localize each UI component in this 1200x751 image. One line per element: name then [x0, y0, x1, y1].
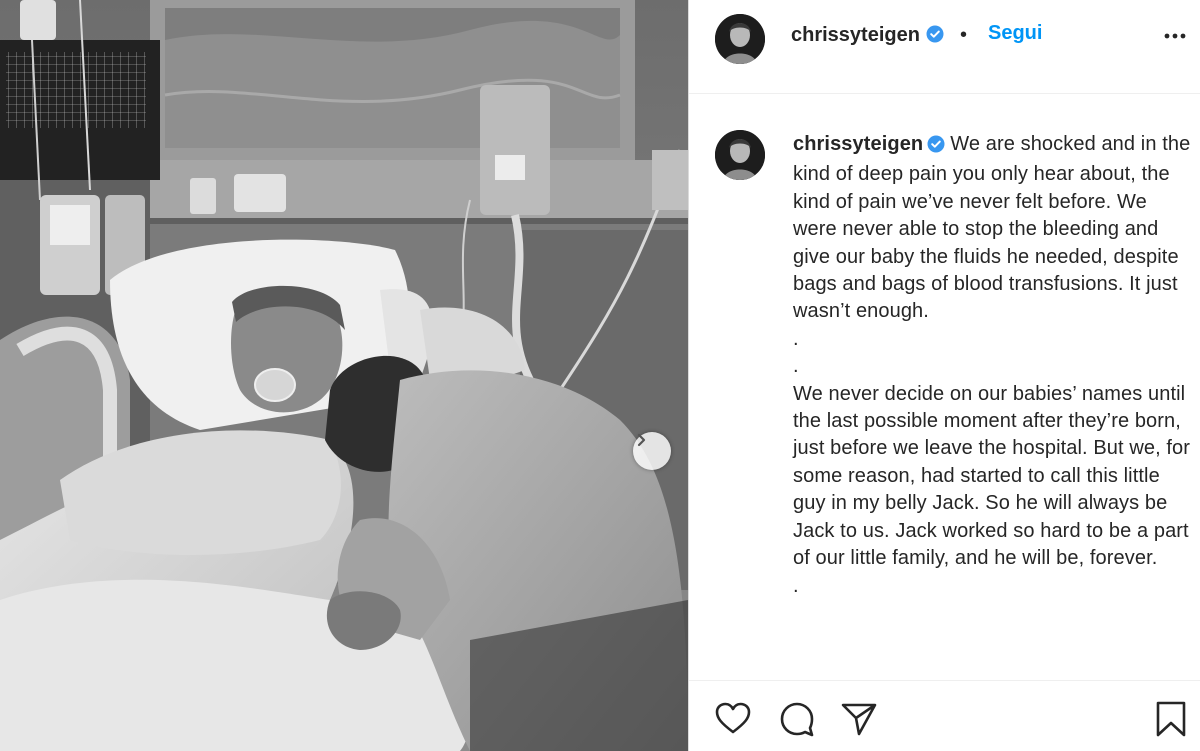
post-caption: chrissyteigen We are shocked and in the k… — [793, 131, 1193, 600]
caption-paragraph-1: We are shocked and in the kind of deep p… — [793, 133, 1191, 323]
comment-button[interactable] — [777, 699, 817, 739]
caption-dot: . — [793, 355, 799, 378]
verified-badge-icon — [926, 25, 944, 48]
like-button[interactable] — [713, 699, 753, 739]
post-header: chrissyteigen • Segui — [689, 0, 1200, 94]
chevron-right-icon — [637, 433, 646, 447]
verified-badge-icon — [927, 134, 945, 161]
avatar-image — [715, 14, 765, 64]
caption-area: chrissyteigen We are shocked and in the k… — [689, 95, 1200, 679]
caption-avatar[interactable] — [715, 130, 765, 180]
caption-dot: . — [793, 574, 799, 597]
caption-first-paragraph: chrissyteigen We are shocked and in the k… — [793, 131, 1193, 326]
caption-dot: . — [793, 327, 799, 350]
more-options-button[interactable] — [1161, 28, 1191, 44]
save-button[interactable] — [1151, 699, 1191, 739]
caption-paragraph-2: We never decide on our babies’ names unt… — [793, 382, 1191, 570]
comment-icon — [780, 702, 814, 737]
post-sidebar: chrissyteigen • Segui chrissyteigen We ar… — [688, 0, 1200, 751]
header-username-row: chrissyteigen — [791, 24, 944, 48]
avatar-image — [715, 130, 765, 180]
heart-icon — [715, 702, 751, 734]
paper-plane-icon — [841, 703, 877, 736]
action-bar — [689, 680, 1200, 751]
post-photo[interactable] — [0, 0, 688, 751]
avatar[interactable] — [715, 14, 765, 64]
share-button[interactable] — [839, 699, 879, 739]
follow-button[interactable]: Segui — [988, 22, 1042, 45]
next-photo-button[interactable] — [633, 432, 671, 470]
caption-username[interactable]: chrissyteigen — [793, 133, 923, 155]
header-username[interactable]: chrissyteigen — [791, 24, 920, 46]
more-options-icon — [1164, 33, 1186, 39]
header-separator: • — [960, 24, 968, 46]
hospital-photo-illustration — [0, 0, 688, 751]
bookmark-icon — [1156, 701, 1186, 737]
